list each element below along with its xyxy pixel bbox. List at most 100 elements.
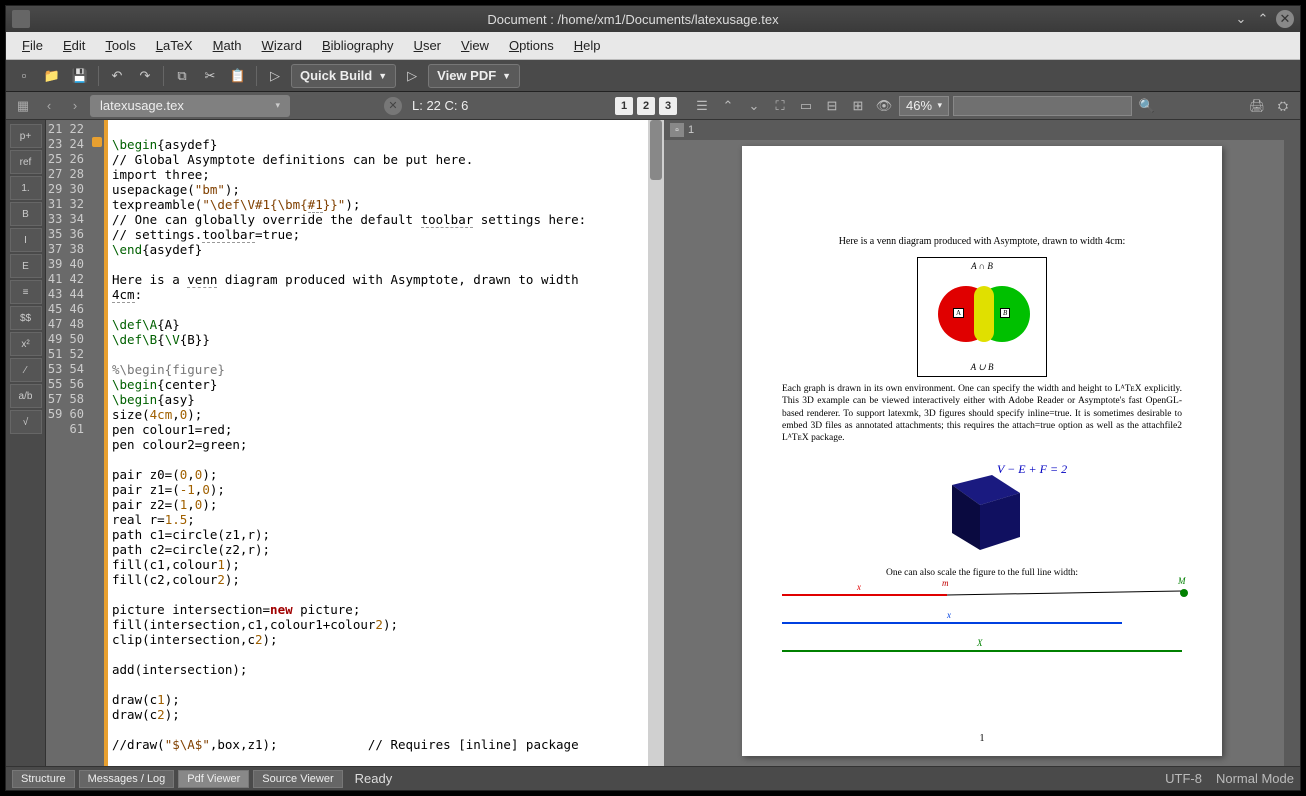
sidebar-tool-5[interactable]: E	[10, 254, 42, 278]
view-arrow-icon[interactable]: ▷	[400, 64, 424, 88]
line-caption: One can also scale the figure to the ful…	[782, 568, 1182, 578]
preview-page-label: 1	[688, 124, 694, 136]
file-tab[interactable]: latexusage.tex▾	[90, 95, 290, 117]
ruler-x2-label: x	[947, 610, 951, 620]
zoom-combo[interactable]: 46%▾	[899, 96, 949, 116]
sidebar-tool-10[interactable]: a/b	[10, 384, 42, 408]
left-sidebar: p+ref1.BIE≡$$x²⁄a/b√	[6, 120, 46, 766]
separator	[256, 66, 257, 86]
titlebar: Document : /home/xm1/Documents/latexusag…	[6, 6, 1300, 32]
menu-wizard[interactable]: Wizard	[254, 35, 310, 56]
chevron-down-icon: ▾	[937, 100, 942, 111]
nav-forward[interactable]: ›	[64, 95, 86, 117]
menubar: FileEditToolsLaTeXMathWizardBibliography…	[6, 32, 1300, 60]
menu-options[interactable]: Options	[501, 35, 562, 56]
search-icon[interactable]: 🔍	[1136, 95, 1158, 117]
mode-label[interactable]: Normal Mode	[1216, 771, 1294, 786]
chevron-down-icon: ▼	[502, 71, 511, 81]
app-window: Document : /home/xm1/Documents/latexusag…	[5, 5, 1301, 791]
menu-edit[interactable]: Edit	[55, 35, 93, 56]
bookmark-icon[interactable]	[92, 137, 102, 147]
close-button[interactable]: ✕	[1276, 10, 1294, 28]
main-area: p+ref1.BIE≡$$x²⁄a/b√ 21 22 23 24 25 26 2…	[6, 120, 1300, 766]
new-file-button[interactable]: ▫	[12, 64, 36, 88]
list-view-icon[interactable]: ☰	[691, 95, 713, 117]
secondary-toolbar: ▦ ‹ › latexusage.tex▾ ✕ L: 22 C: 6 1 2 3…	[6, 92, 1300, 120]
sidebar-tool-11[interactable]: √	[10, 410, 42, 434]
zoom-out-icon[interactable]: ⊟	[821, 95, 843, 117]
status-tab-source-viewer[interactable]: Source Viewer	[253, 770, 342, 788]
menu-bibliography[interactable]: Bibliography	[314, 35, 402, 56]
status-message: Ready	[355, 771, 393, 786]
structure-toggle[interactable]: ▦	[12, 95, 34, 117]
run-arrow-icon[interactable]: ▷	[263, 64, 287, 88]
venn-label-a: A	[953, 308, 964, 318]
window-title: Document : /home/xm1/Documents/latexusag…	[38, 12, 1228, 27]
pdf-search-input[interactable]	[953, 96, 1132, 116]
zoom-in-icon[interactable]: ⊞	[847, 95, 869, 117]
undo-button[interactable]: ↶	[105, 64, 129, 88]
sidebar-tool-4[interactable]: I	[10, 228, 42, 252]
menu-file[interactable]: File	[14, 35, 51, 56]
venn-top-label: A ∩ B	[918, 261, 1046, 271]
preview-body[interactable]: Here is a venn diagram produced with Asy…	[664, 140, 1300, 766]
code-content[interactable]: \begin{asydef} // Global Asymptote defin…	[108, 120, 648, 766]
fit-page-icon[interactable]: ⛶	[769, 95, 791, 117]
minimize-button[interactable]: ⌄	[1232, 10, 1250, 28]
build-combo[interactable]: Quick Build▼	[291, 64, 396, 88]
code-editor[interactable]: 21 22 23 24 25 26 27 28 29 30 31 32 33 3…	[46, 120, 664, 766]
ruler-x-label: x	[857, 582, 861, 592]
save-file-button[interactable]: 💾	[68, 64, 92, 88]
ruler-X-label: X	[977, 638, 983, 648]
sidebar-tool-9[interactable]: ⁄	[10, 358, 42, 382]
page-2-button[interactable]: 2	[637, 97, 655, 115]
marker-column	[90, 120, 104, 766]
sidebar-tool-8[interactable]: x²	[10, 332, 42, 356]
sidebar-tool-7[interactable]: $$	[10, 306, 42, 330]
sidebar-tool-1[interactable]: ref	[10, 150, 42, 174]
editor-scrollbar[interactable]	[648, 120, 664, 766]
page-up-icon[interactable]: ⌃	[717, 95, 739, 117]
copy-button[interactable]: ⧉	[170, 64, 194, 88]
scrollbar-thumb[interactable]	[650, 120, 662, 180]
menu-help[interactable]: Help	[566, 35, 609, 56]
cut-button[interactable]: ✂	[198, 64, 222, 88]
fit-width-icon[interactable]: ▭	[795, 95, 817, 117]
paste-button[interactable]: 📋	[226, 64, 250, 88]
build-combo-label: Quick Build	[300, 68, 372, 83]
ruler-green: X	[782, 650, 1182, 652]
view-combo[interactable]: View PDF▼	[428, 64, 520, 88]
preview-scrollbar[interactable]	[1284, 140, 1300, 766]
euler-equation: V − E + F = 2	[997, 462, 1067, 477]
nav-back[interactable]: ‹	[38, 95, 60, 117]
settings-icon[interactable]: ⛭	[1272, 95, 1294, 117]
sidebar-tool-6[interactable]: ≡	[10, 280, 42, 304]
menu-view[interactable]: View	[453, 35, 497, 56]
open-file-button[interactable]: 📁	[40, 64, 64, 88]
eye-icon[interactable]: 👁	[873, 95, 895, 117]
status-tab-structure[interactable]: Structure	[12, 770, 75, 788]
ruler-M-label: M	[1178, 576, 1186, 586]
status-tab-pdf-viewer[interactable]: Pdf Viewer	[178, 770, 249, 788]
chevron-down-icon: ▾	[275, 100, 280, 111]
menu-latex[interactable]: LaTeX	[148, 35, 201, 56]
app-icon	[12, 10, 30, 28]
print-icon[interactable]: 🖨	[1246, 95, 1268, 117]
sidebar-tool-0[interactable]: p+	[10, 124, 42, 148]
sidebar-tool-3[interactable]: B	[10, 202, 42, 226]
menu-user[interactable]: User	[406, 35, 449, 56]
ruler-red: x	[782, 594, 947, 596]
page-down-icon[interactable]: ⌄	[743, 95, 765, 117]
statusbar: StructureMessages / LogPdf ViewerSource …	[6, 766, 1300, 790]
maximize-button[interactable]: ⌃	[1254, 10, 1272, 28]
encoding-label[interactable]: UTF-8	[1165, 771, 1202, 786]
menu-math[interactable]: Math	[205, 35, 250, 56]
redo-button[interactable]: ↷	[133, 64, 157, 88]
tab-close-button[interactable]: ✕	[384, 97, 402, 115]
sidebar-tool-2[interactable]: 1.	[10, 176, 42, 200]
menu-tools[interactable]: Tools	[97, 35, 143, 56]
cursor-position: L: 22 C: 6	[412, 98, 468, 113]
page-1-button[interactable]: 1	[615, 97, 633, 115]
status-tab-messages-log[interactable]: Messages / Log	[79, 770, 175, 788]
page-3-button[interactable]: 3	[659, 97, 677, 115]
